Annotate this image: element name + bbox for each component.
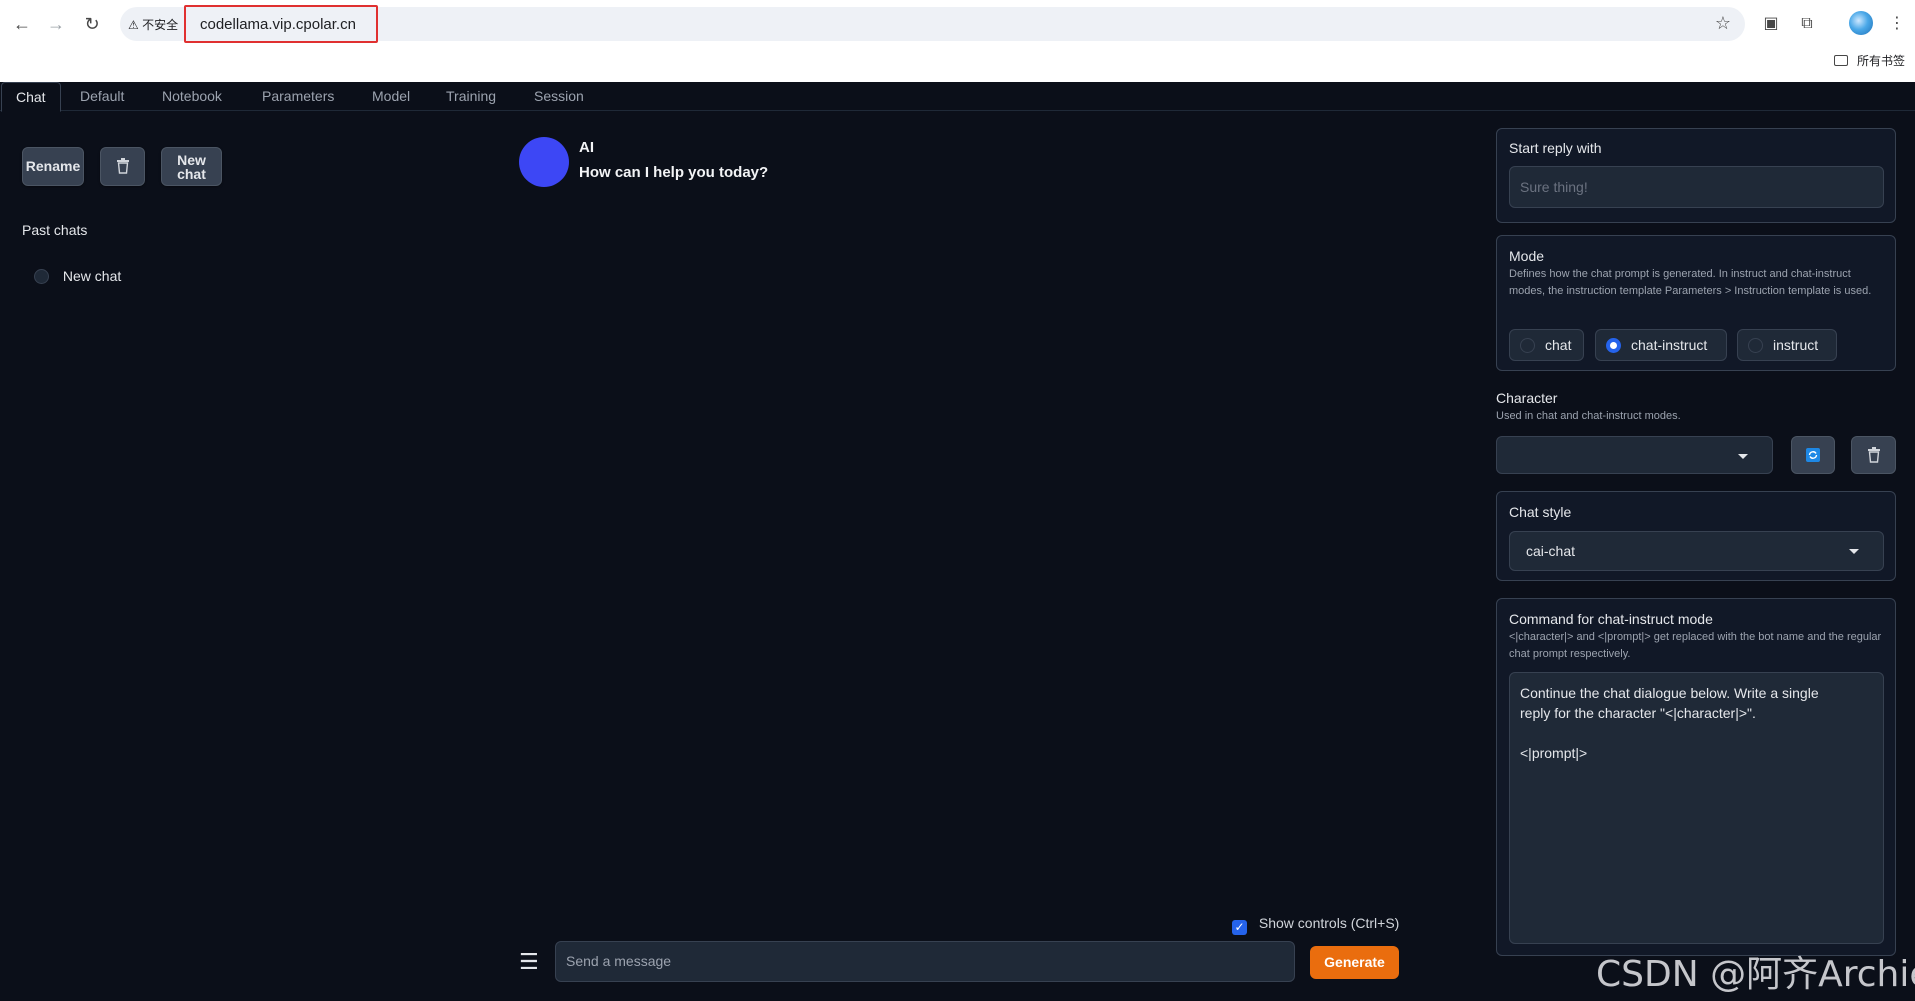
ai-avatar (519, 137, 569, 187)
trash-icon (116, 158, 129, 174)
bookmark-star-icon[interactable]: ☆ (1715, 13, 1731, 34)
mode-instruct-radio[interactable] (1748, 338, 1763, 353)
mode-title: Mode (1509, 248, 1545, 264)
past-chat-radio[interactable] (34, 269, 49, 284)
command-title: Command for chat-instruct mode (1509, 611, 1713, 627)
back-icon[interactable]: ← (9, 11, 35, 37)
chat-style-panel: Chat style cai-chat (1496, 491, 1896, 581)
mode-option-instruct[interactable]: instruct (1737, 329, 1837, 361)
main-tabs: Chat Default Notebook Parameters Model T… (0, 82, 1915, 112)
generate-button[interactable]: Generate (1310, 946, 1399, 979)
mode-chat-radio[interactable] (1520, 338, 1535, 353)
command-panel: Command for chat-instruct mode <|charact… (1496, 598, 1896, 956)
tab-parameters[interactable]: Parameters (248, 82, 348, 111)
character-title: Character (1496, 390, 1558, 406)
extensions-icon[interactable]: ⧉ (1795, 12, 1819, 36)
mode-chat-instruct-radio[interactable] (1606, 338, 1621, 353)
refresh-character-button[interactable] (1791, 436, 1835, 474)
chevron-down-icon (1738, 454, 1748, 459)
delete-chat-button[interactable] (100, 147, 145, 186)
new-chat-button[interactable]: New chat (161, 147, 222, 186)
browser-toolbar: ← → ↻ ⚠ 不安全 codellama.vip.cpolar.cn ☆ ▣ … (0, 0, 1915, 82)
all-bookmarks[interactable]: 所有书签 (1833, 52, 1905, 69)
command-description: <|character|> and <|prompt|> get replace… (1509, 631, 1882, 660)
message-sender: AI (579, 139, 594, 156)
refresh-icon (1806, 448, 1820, 462)
past-chats-label: Past chats (22, 222, 88, 238)
tab-chat[interactable]: Chat (1, 82, 61, 112)
start-reply-panel: Start reply with Sure thing! (1496, 128, 1896, 223)
delete-character-button[interactable] (1851, 436, 1896, 474)
character-dropdown[interactable] (1496, 436, 1773, 474)
watermark: CSDN @阿齐Archie (1596, 954, 1915, 995)
start-reply-title: Start reply with (1509, 140, 1602, 156)
tab-model[interactable]: Model (358, 82, 424, 111)
url-text[interactable]: codellama.vip.cpolar.cn (200, 16, 356, 33)
chevron-down-icon (1849, 549, 1859, 554)
url-highlight-box: codellama.vip.cpolar.cn (184, 5, 378, 43)
insecure-indicator[interactable]: ⚠ 不安全 (128, 16, 178, 33)
warning-icon: ⚠ (128, 18, 139, 32)
checkbox-checked-icon[interactable]: ✓ (1232, 920, 1247, 935)
profile-avatar[interactable] (1849, 11, 1873, 35)
past-chat-label: New chat (62, 268, 122, 284)
mode-description: Defines how the chat prompt is generated… (1509, 268, 1872, 297)
start-reply-input[interactable]: Sure thing! (1509, 166, 1884, 208)
menu-kebab-icon[interactable]: ⋮ (1885, 12, 1909, 36)
chat-style-dropdown[interactable]: cai-chat (1509, 531, 1884, 571)
message-input[interactable]: Send a message (555, 941, 1295, 982)
mode-option-chat-instruct[interactable]: chat-instruct (1595, 329, 1727, 361)
mode-option-chat[interactable]: chat (1509, 329, 1584, 361)
forward-icon[interactable]: → (43, 11, 69, 37)
past-chat-item[interactable]: New chat (34, 268, 121, 284)
tab-notebook[interactable]: Notebook (148, 82, 236, 111)
mode-panel: Mode Defines how the chat prompt is gene… (1496, 235, 1896, 371)
folder-icon (1833, 55, 1848, 66)
incognito-icon[interactable]: ▣ (1759, 12, 1783, 36)
command-textarea[interactable]: Continue the chat dialogue below. Write … (1509, 672, 1884, 944)
rename-button[interactable]: Rename (22, 147, 84, 186)
message-text: How can I help you today? (579, 164, 769, 181)
hamburger-menu-icon[interactable]: ☰ (519, 951, 541, 973)
character-description: Used in chat and chat-instruct modes. (1496, 410, 1681, 422)
tab-default[interactable]: Default (66, 82, 138, 111)
trash-icon (1867, 447, 1880, 463)
tab-session[interactable]: Session (520, 82, 598, 111)
address-bar[interactable]: ⚠ 不安全 codellama.vip.cpolar.cn ☆ (120, 5, 1745, 43)
show-controls-toggle[interactable]: ✓ Show controls (Ctrl+S) (1232, 915, 1399, 935)
chat-style-title: Chat style (1509, 504, 1572, 520)
tab-training[interactable]: Training (432, 82, 510, 111)
reload-icon[interactable]: ↻ (79, 11, 105, 37)
